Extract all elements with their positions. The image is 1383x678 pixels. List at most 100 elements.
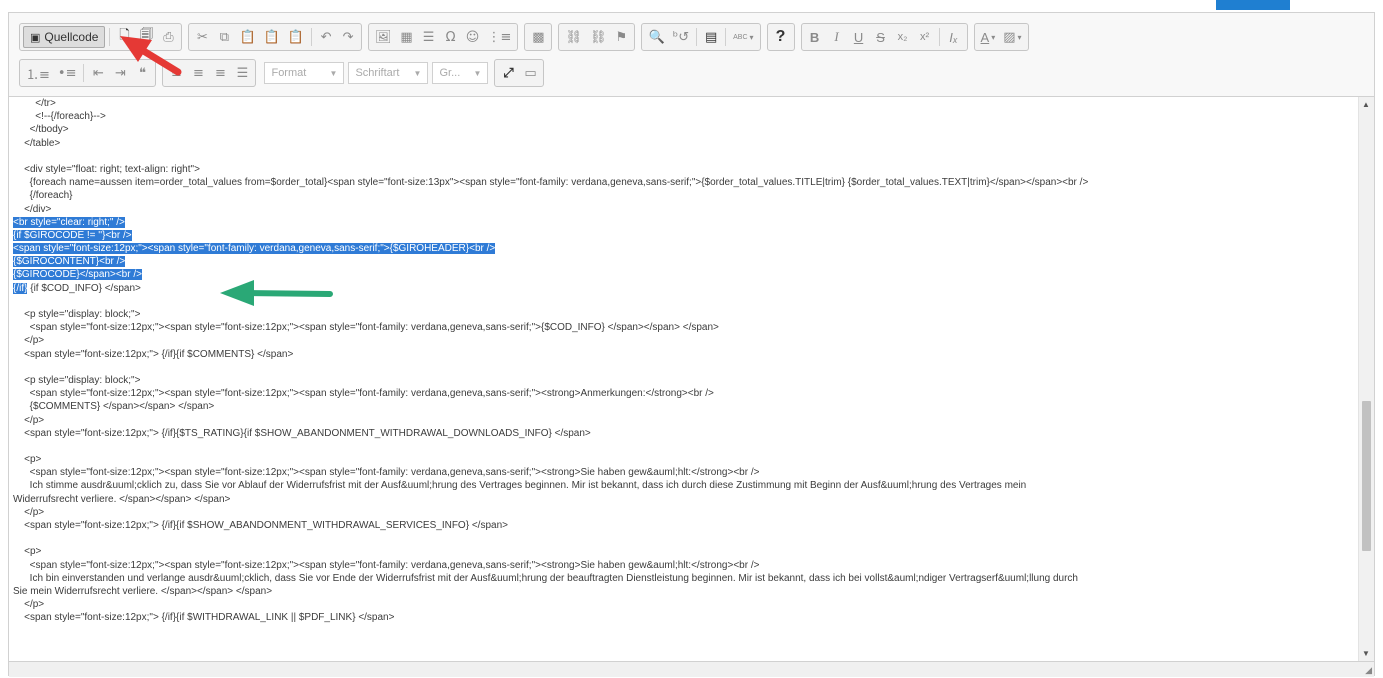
anchor-button[interactable]: ⚑: [611, 26, 631, 48]
align-center-button[interactable]: ≡: [188, 62, 208, 84]
scroll-down-icon[interactable]: ▼: [1362, 649, 1370, 658]
paste-text-button[interactable]: 📋: [261, 26, 283, 48]
redo-button[interactable]: ↷: [338, 26, 358, 48]
show-blocks-button[interactable]: ▭: [520, 62, 540, 84]
paste-word-button[interactable]: 📋: [285, 26, 307, 48]
cut-icon: ✂: [197, 29, 208, 45]
code-line: </p>: [13, 506, 1358, 519]
selected-text: {$GIROCODE}</span><br />: [13, 269, 142, 281]
select-all-button[interactable]: ▤: [701, 26, 721, 48]
spellcheck-icon: ABC: [733, 33, 748, 41]
editing-group: 🔍 ᵇ↺ ▤ ABC ▾: [641, 23, 761, 51]
replace-button[interactable]: ᵇ↺: [670, 26, 692, 48]
unlink-button[interactable]: ⛓: [587, 26, 610, 48]
blockquote-icon: ❝: [138, 65, 146, 81]
bg-color-icon: ▨: [1003, 29, 1016, 45]
code-line: Ich stimme ausdr&uuml;cklich zu, dass Si…: [13, 479, 1358, 492]
code-text: <span style="font-size:12px;"><span styl…: [13, 467, 760, 479]
italic-icon: I: [834, 29, 839, 44]
special-char-button[interactable]: Ω: [441, 26, 461, 48]
code-text: </p>: [13, 335, 45, 347]
code-line: <div style="float: right; text-align: ri…: [13, 163, 1358, 176]
code-line: </p>: [13, 414, 1358, 427]
unlink-icon: ⛓: [589, 29, 607, 45]
remove-format-icon: Iₓ: [949, 29, 958, 45]
paste-button[interactable]: 📋: [236, 26, 258, 48]
maximize-button[interactable]: ⤢: [498, 62, 518, 84]
source-code-area[interactable]: </tr> <!--{/foreach}--> </tbody> </table…: [9, 97, 1358, 661]
blockquote-button[interactable]: ❝: [132, 62, 152, 84]
link-icon: ⛓: [565, 29, 582, 45]
spellcheck-button[interactable]: ABC ▾: [730, 26, 756, 48]
font-combo-label: Schriftart: [355, 67, 400, 79]
indent-button[interactable]: ⇥: [110, 62, 130, 84]
copy-button[interactable]: ⧉: [214, 26, 234, 48]
find-button[interactable]: 🔍: [645, 26, 667, 48]
select-all-icon: ▤: [704, 29, 718, 45]
anchor-flag-icon: ⚑: [615, 29, 628, 45]
preview-button[interactable]: 🗐: [136, 26, 156, 48]
scroll-up-icon[interactable]: ▲: [1362, 100, 1370, 109]
underline-icon: U: [853, 29, 864, 45]
vertical-scrollbar[interactable]: ▲ ▼: [1358, 97, 1374, 661]
format-combo-label: Format: [271, 67, 307, 79]
subscript-button[interactable]: x₂: [893, 26, 913, 48]
smiley-button[interactable]: ☺: [463, 26, 483, 48]
new-page-button[interactable]: 🗋: [114, 26, 134, 48]
qrcode-button[interactable]: ▩: [528, 26, 548, 48]
help-icon: ?: [775, 28, 786, 45]
editor-statusbar: ◢: [9, 661, 1374, 677]
ckeditor: ▣ Quellcode 🗋 🗐 ⎙ ✂ ⧉ 📋 📋 📋 ↶ ↷ 🖼 ▦ ☰ Ω …: [8, 12, 1375, 677]
chevron-down-icon: ▼: [473, 68, 482, 78]
horizontal-line-button[interactable]: ☰: [419, 26, 439, 48]
paragraph-group: ⒈≡ •≡ ⇤ ⇥ ❝: [19, 59, 157, 87]
subscript-icon: x₂: [897, 31, 908, 43]
help-button[interactable]: ?: [771, 26, 791, 48]
link-button[interactable]: ⛓: [562, 26, 585, 48]
code-text: {if $COD_INFO} </span>: [27, 282, 141, 294]
toolbar-separator: [725, 28, 727, 46]
numbered-list-button[interactable]: ⒈≡: [23, 62, 53, 84]
code-line: {$GIROCONTENT}<br />: [13, 255, 1358, 268]
strike-button[interactable]: S: [871, 26, 891, 48]
scrollbar-thumb[interactable]: [1362, 401, 1371, 551]
image-button[interactable]: 🖼: [372, 26, 395, 48]
resize-grip-icon[interactable]: ◢: [1365, 665, 1372, 676]
bulleted-list-button[interactable]: •≡: [55, 62, 80, 84]
print-button[interactable]: ⎙: [158, 26, 178, 48]
source-code-text[interactable]: </tr> <!--{/foreach}--> </tbody> </table…: [13, 97, 1358, 625]
colors-group: A ▾ ▨ ▾: [973, 23, 1029, 51]
align-justify-button[interactable]: ☰: [232, 62, 252, 84]
italic-button[interactable]: I: [827, 26, 847, 48]
font-size-combo[interactable]: Gr... ▼: [432, 62, 489, 84]
search-icon: 🔍: [648, 29, 665, 45]
outdent-button[interactable]: ⇤: [88, 62, 108, 84]
align-justify-icon: ☰: [236, 65, 249, 81]
align-left-button[interactable]: ≡: [166, 62, 186, 84]
undo-button[interactable]: ↶: [316, 26, 336, 48]
code-line: </p>: [13, 598, 1358, 611]
code-line: <span style="font-size:12px;"><span styl…: [13, 321, 1358, 334]
table-button[interactable]: ▦: [397, 26, 417, 48]
toolbar-separator: [938, 28, 940, 46]
code-line: <p style="display: block;">: [13, 374, 1358, 387]
font-combo[interactable]: Schriftart ▼: [348, 62, 429, 84]
tools-group: ⤢ ▭: [494, 59, 545, 87]
align-right-button[interactable]: ≡: [210, 62, 230, 84]
bold-button[interactable]: B: [805, 26, 825, 48]
cut-button[interactable]: ✂: [192, 26, 212, 48]
source-button[interactable]: ▣ Quellcode: [23, 26, 106, 48]
superscript-button[interactable]: x²: [915, 26, 935, 48]
toolbar-separator: [109, 28, 111, 46]
copy-icon: ⧉: [219, 29, 230, 45]
underline-button[interactable]: U: [849, 26, 869, 48]
bg-color-button[interactable]: ▨ ▾: [1000, 26, 1024, 48]
remove-format-button[interactable]: Iₓ: [944, 26, 964, 48]
source-button-label: Quellcode: [44, 30, 99, 44]
code-text: </p>: [13, 599, 45, 611]
text-color-button[interactable]: A ▾: [978, 26, 999, 48]
page-break-button[interactable]: ⋮≡: [485, 26, 515, 48]
new-page-icon: 🗋: [119, 28, 130, 43]
format-combo[interactable]: Format ▼: [264, 62, 345, 84]
